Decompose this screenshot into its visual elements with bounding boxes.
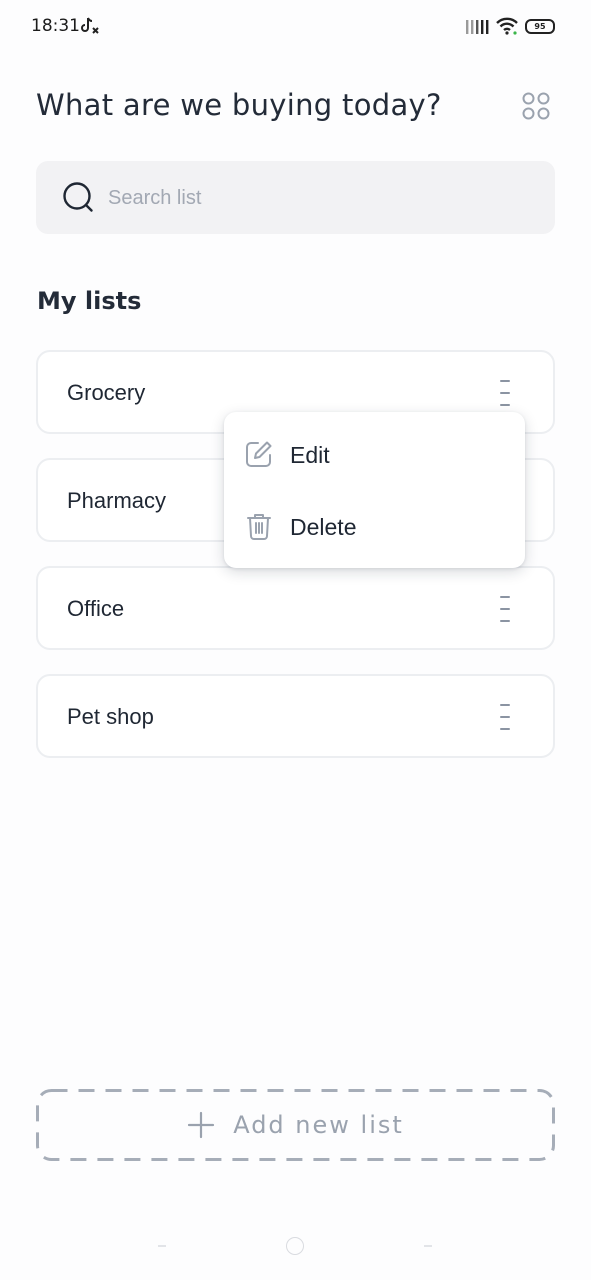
battery-icon: 95: [525, 18, 555, 34]
list-item-label: Office: [67, 596, 125, 621]
menu-item-edit[interactable]: Edit: [224, 423, 525, 487]
context-menu: Edit Delete: [224, 412, 525, 568]
more-options-icon[interactable]: [496, 702, 514, 732]
list-item-pet-shop[interactable]: Pet shop: [36, 674, 555, 758]
page-title: What are we buying today?: [36, 88, 442, 122]
signal-icon: [466, 20, 489, 34]
add-new-list-button[interactable]: Add new list: [36, 1089, 555, 1161]
more-options-icon[interactable]: [496, 594, 514, 624]
plus-icon: [188, 1111, 215, 1139]
edit-icon: [246, 441, 272, 467]
search-input[interactable]: [108, 179, 528, 217]
search-icon: [63, 182, 93, 212]
status-icons: 95: [465, 14, 555, 38]
tiktok-icon: [81, 17, 99, 34]
battery-level: 95: [534, 21, 546, 31]
back-icon[interactable]: [158, 1244, 166, 1248]
menu-item-label: Edit: [290, 442, 330, 468]
search-bar[interactable]: [36, 161, 555, 234]
system-nav-bar: [0, 1222, 591, 1272]
list-item-label: Grocery: [67, 380, 146, 405]
recent-apps-icon[interactable]: [424, 1244, 432, 1248]
list-item-label: Pet shop: [67, 704, 154, 729]
trash-icon: [247, 514, 271, 540]
section-title: My lists: [37, 287, 142, 315]
menu-item-label: Delete: [290, 514, 357, 540]
home-icon[interactable]: [286, 1237, 304, 1255]
list-item-office[interactable]: Office: [36, 566, 555, 650]
wifi-icon: [496, 17, 518, 35]
grid-view-icon[interactable]: [520, 90, 552, 122]
menu-item-delete[interactable]: Delete: [224, 495, 525, 559]
add-new-list-label: Add new list: [233, 1111, 404, 1139]
list-item-label: Pharmacy: [67, 488, 167, 513]
status-time: 18:31: [31, 16, 80, 36]
status-bar: 18:31 95: [0, 0, 591, 52]
more-options-icon[interactable]: [496, 378, 514, 408]
